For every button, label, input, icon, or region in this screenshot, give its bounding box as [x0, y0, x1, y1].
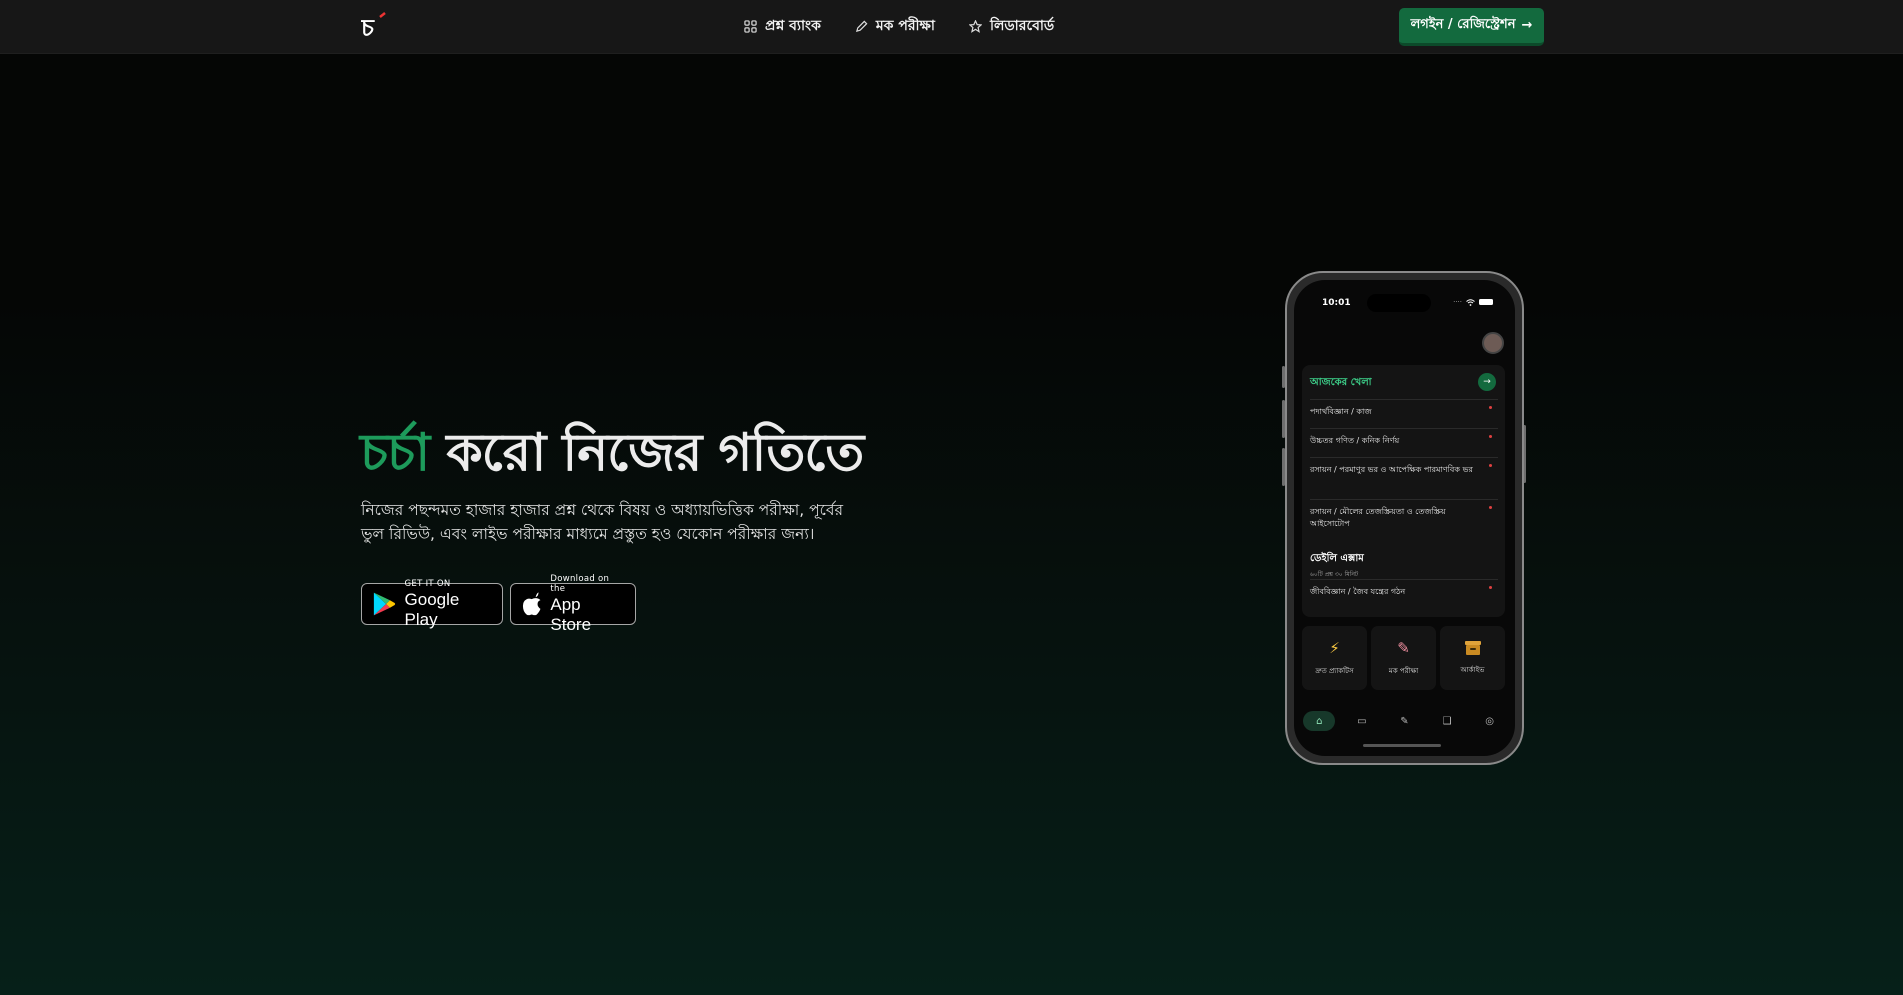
list-item-label: জীববিজ্ঞান / জৈব যন্ত্রের গঠন — [1310, 587, 1406, 596]
quick-practice-tile[interactable]: ⚡ দ্রুত প্র্যাকটিস — [1302, 626, 1367, 690]
tile-label: দ্রুত প্র্যাকটিস — [1315, 667, 1354, 675]
bottom-tab-bar: ⌂ ▭ ✎ ❑ ◎ — [1294, 708, 1515, 734]
bookmark-icon[interactable]: ❑ — [1431, 711, 1463, 731]
pencil-icon: ✎ — [1397, 639, 1410, 657]
list-item-label: রসায়ন / পরমাণুর ভর ও আপেক্ষিক পারমাণবিক… — [1310, 465, 1473, 474]
signal-icon: ···· — [1453, 298, 1462, 306]
status-icons: ···· — [1453, 298, 1493, 306]
daily-exam-title: ডেইলি এক্সাম — [1310, 553, 1364, 564]
google-play-big-text: Google Play — [404, 589, 460, 629]
status-dot — [1489, 586, 1492, 589]
nav-mock-test[interactable]: মক পরীক্ষা — [855, 14, 935, 38]
list-item[interactable]: রসায়ন / পরমাণুর ভর ও আপেক্ষিক পারমাণবিক… — [1310, 457, 1498, 497]
hero-title-accent: চর্চা — [360, 422, 430, 483]
quick-actions: ⚡ দ্রুত প্র্যাকটিস ✎ মক পরীক্ষা আর্কাইভ — [1302, 626, 1505, 690]
wifi-icon — [1466, 298, 1475, 306]
home-indicator — [1363, 744, 1441, 747]
svg-text:চ: চ — [361, 13, 375, 42]
app-logo[interactable]: চ — [361, 10, 393, 42]
status-dot — [1489, 406, 1492, 409]
tile-label: আর্কাইভ — [1460, 666, 1485, 674]
phone-time: 10:01 — [1322, 298, 1351, 308]
google-play-small-text: GET IT ON — [404, 578, 451, 589]
status-dot — [1489, 464, 1492, 467]
list-item[interactable]: রসায়ন / মৌলের তেজস্ক্রিয়তা ও তেজস্ক্রি… — [1310, 499, 1498, 539]
arrow-right-icon[interactable]: → — [1478, 373, 1496, 391]
list-item-label: পদার্থবিজ্ঞান / কাজ — [1310, 407, 1372, 416]
list-item-label: উচ্চতর গণিত / কনিক নির্ণয় — [1310, 436, 1400, 445]
hero-title: চর্চা করো নিজের গতিতে — [360, 412, 864, 499]
archive-tile[interactable]: আর্কাইভ — [1440, 626, 1505, 690]
battery-icon — [1479, 299, 1493, 305]
nav-leaderboard-label: লিডারবোর্ড — [989, 18, 1055, 34]
apple-icon — [522, 592, 541, 616]
archive-icon — [1464, 641, 1481, 655]
list-item-label: রসায়ন / মৌলের তেজস্ক্রিয়তা ও তেজস্ক্রি… — [1310, 507, 1446, 528]
dynamic-island — [1367, 294, 1431, 312]
avatar[interactable] — [1482, 332, 1504, 354]
mock-test-tile[interactable]: ✎ মক পরীক্ষা — [1371, 626, 1436, 690]
phone-mockup: 10:01 ···· আজকের খেলা → পদার্থবিজ্ঞান / … — [1285, 271, 1524, 765]
nav-question-bank-label: প্রশ্ন ব্যাংক — [765, 18, 821, 34]
daily-exam[interactable]: ডেইলি এক্সাম ৬০টি প্রশ্ন ৩০ মিনিট — [1310, 551, 1364, 580]
list-item[interactable]: জীববিজ্ঞান / জৈব যন্ত্রের গঠন — [1310, 579, 1498, 605]
google-play-icon — [373, 592, 396, 616]
list-item[interactable]: উচ্চতর গণিত / কনিক নির্ণয় — [1310, 428, 1498, 454]
app-store-small-text: Download on the — [550, 573, 610, 594]
nav-question-bank[interactable]: প্রশ্ন ব্যাংক — [744, 14, 821, 38]
top-navbar: চ প্রশ্ন ব্যাংক মক পরীক্ষা লিডারবোর্ড লগ… — [0, 0, 1903, 54]
pencil-icon — [855, 20, 868, 32]
nav-mock-test-label: মক পরীক্ষা — [875, 18, 935, 34]
grid-icon — [744, 19, 757, 33]
phone-screen: 10:01 ···· আজকের খেলা → পদার্থবিজ্ঞান / … — [1294, 280, 1515, 756]
hero-title-rest: করো নিজের গতিতে — [446, 422, 864, 483]
nav-leaderboard[interactable]: লিডারবোর্ড — [968, 14, 1055, 38]
todays-practice-panel: আজকের খেলা → পদার্থবিজ্ঞান / কাজ উচ্চতর … — [1302, 365, 1505, 617]
app-store-button[interactable]: Download on the App Store — [510, 574, 636, 634]
status-dot — [1489, 506, 1492, 509]
profile-icon[interactable]: ◎ — [1474, 711, 1506, 731]
star-icon — [968, 19, 982, 33]
login-register-button[interactable]: লগইন / রেজিস্ট্রেশন → — [1399, 8, 1544, 46]
app-store-big-text: App Store — [550, 594, 592, 634]
google-play-button[interactable]: GET IT ON Google Play — [361, 579, 503, 629]
home-icon[interactable]: ⌂ — [1303, 711, 1336, 731]
status-dot — [1489, 435, 1492, 438]
arrow-right-icon: → — [1521, 18, 1533, 33]
tile-label: মক পরীক্ষা — [1388, 667, 1419, 675]
list-item[interactable]: পদার্থবিজ্ঞান / কাজ — [1310, 399, 1498, 425]
login-register-label: লগইন / রেজিস্ট্রেশন — [1410, 17, 1516, 32]
hero-description: নিজের পছন্দমত হাজার হাজার প্রশ্ন থেকে বি… — [361, 501, 844, 543]
lightning-icon: ⚡ — [1329, 639, 1340, 657]
archive-tab-icon[interactable]: ▭ — [1346, 711, 1378, 731]
panel-title: আজকের খেলা — [1310, 377, 1372, 388]
pencil-tab-icon[interactable]: ✎ — [1388, 711, 1420, 731]
